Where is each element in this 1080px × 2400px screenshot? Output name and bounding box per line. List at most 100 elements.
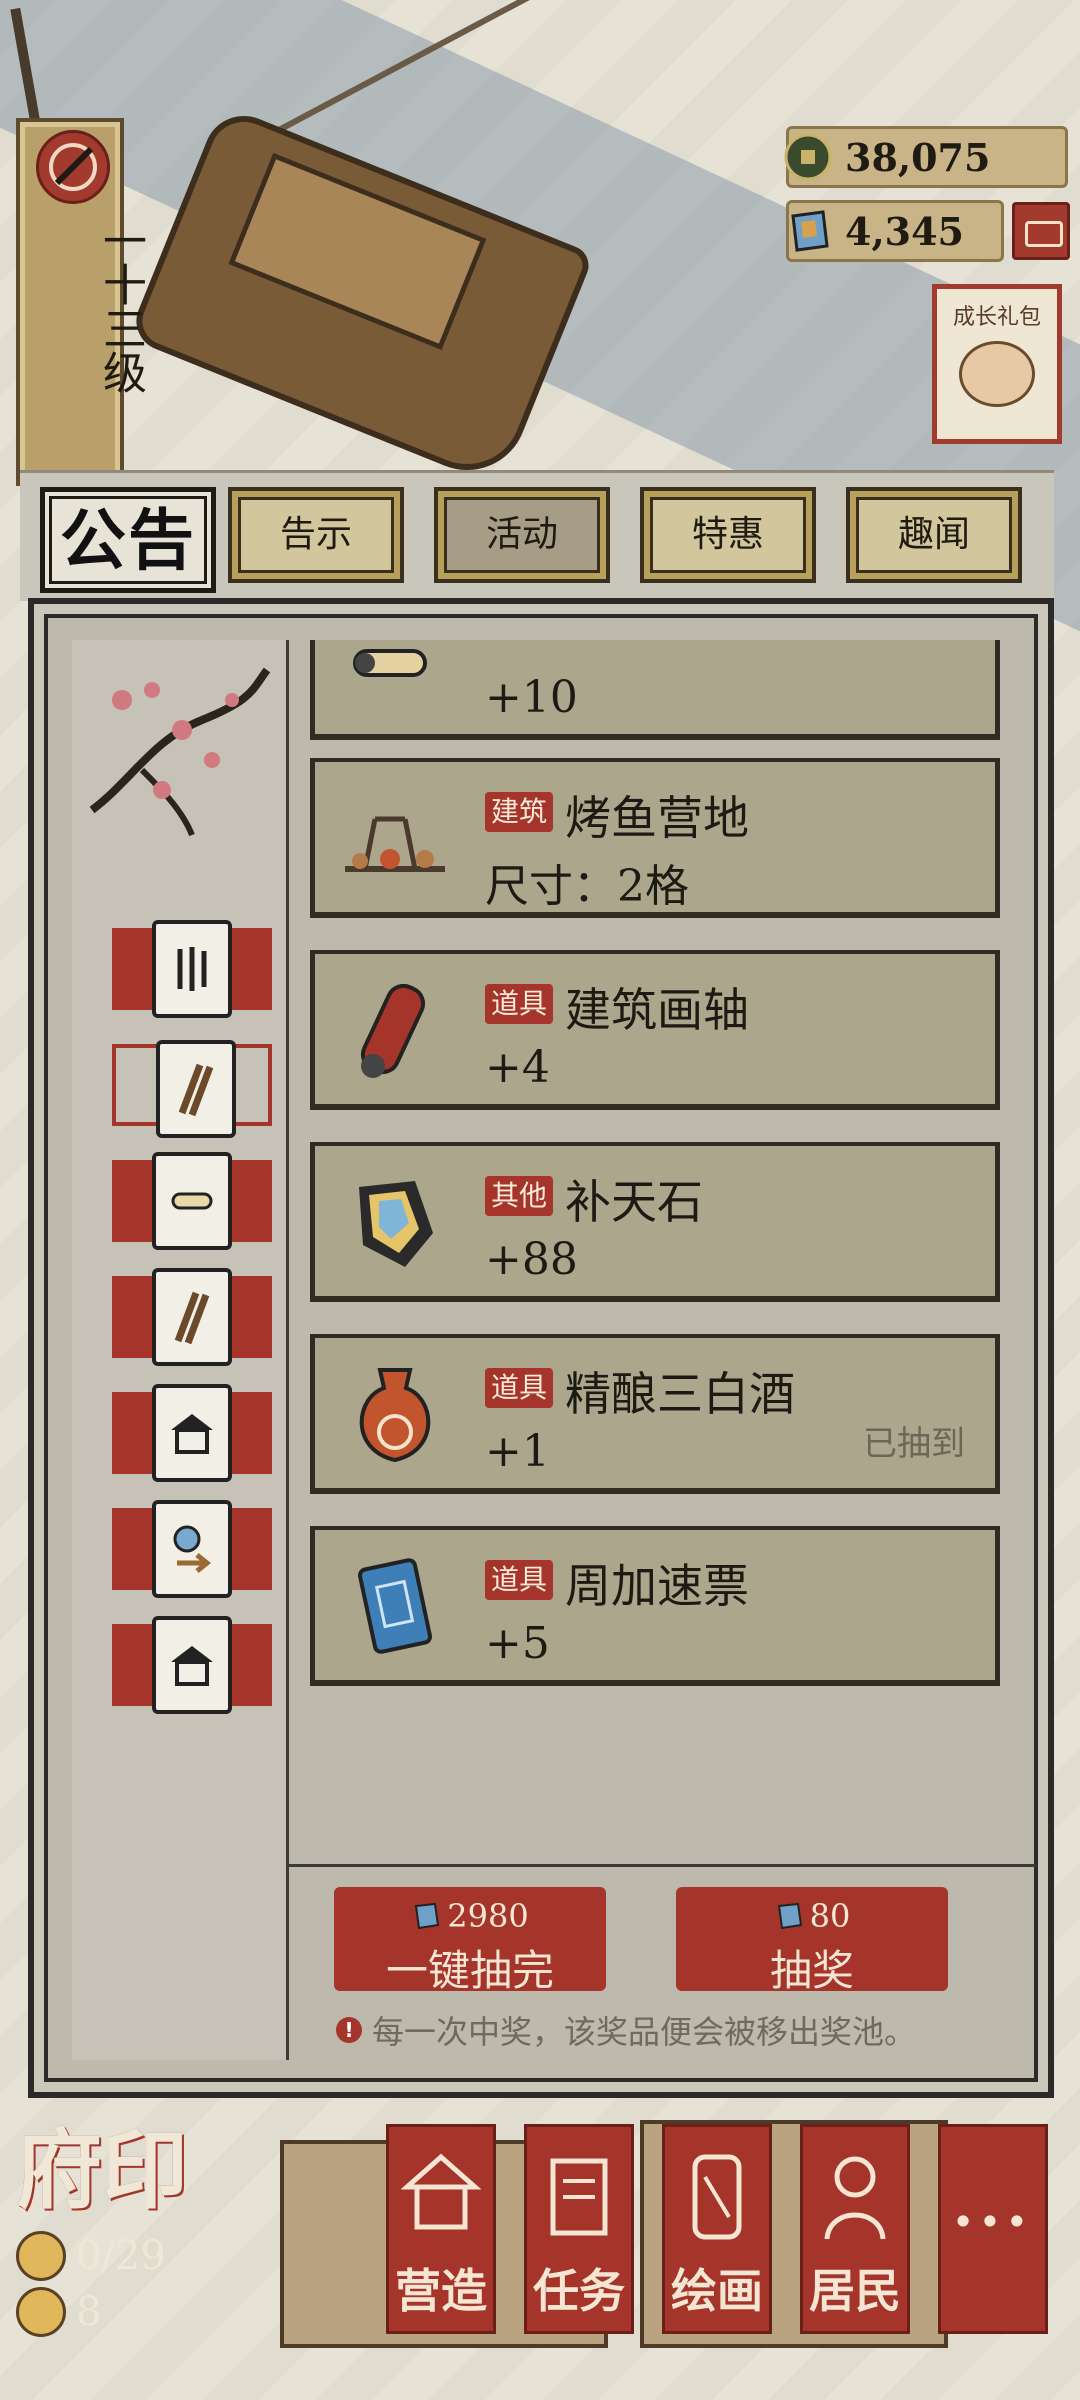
prize-category-tag: 其他 — [485, 1176, 554, 1216]
notice-title: 公告 — [40, 487, 216, 593]
prize-amount: +88 — [485, 1234, 578, 1285]
seal-title: 府印 — [16, 2120, 188, 2221]
draw-once-cost-value: 80 — [809, 1897, 851, 1935]
sidebar-item-bag-exchange[interactable] — [112, 1500, 272, 1598]
prize-item: 其他 补天石 +88 — [310, 1142, 1000, 1302]
sidebar-item-scroll[interactable] — [112, 1152, 272, 1250]
bag-arrow-icon — [152, 1500, 232, 1598]
brushes-icon — [152, 1268, 232, 1366]
calligraphy-icon — [152, 920, 232, 1018]
gift-icon[interactable] — [1012, 202, 1070, 260]
campfire-icon — [335, 784, 455, 894]
happiness-count: 8 — [16, 2287, 216, 2337]
sidebar-item-brushes-2[interactable] — [112, 1268, 272, 1366]
nav-painting-button[interactable]: 绘画 — [662, 2124, 772, 2334]
prize-amount: +5 — [485, 1618, 550, 1669]
prize-name: 建筑画轴 — [565, 983, 749, 1037]
gem-stone-icon — [335, 1168, 455, 1278]
sidebar-item-calligraphy[interactable] — [112, 920, 272, 1018]
scroll-icon — [335, 640, 455, 716]
gem-icon — [777, 1902, 802, 1930]
more-dots-icon: ··· — [952, 2187, 1034, 2257]
tab-notice[interactable]: 告示 — [228, 487, 404, 583]
gem-counter[interactable]: 4,345 — [786, 200, 1004, 262]
scroll-icon — [692, 2154, 742, 2240]
nav-tasks-button[interactable]: 任务 — [524, 2124, 634, 2334]
prize-category-tag: 道具 — [485, 984, 554, 1024]
warning-icon: ! — [336, 2017, 362, 2043]
tree — [10, 0, 130, 128]
nav-label: 任务 — [533, 2264, 625, 2318]
coin-counter[interactable]: 38,075 — [783, 126, 1068, 188]
nav-residents-button[interactable]: 居民 — [800, 2124, 910, 2334]
house-icon — [400, 2153, 482, 2230]
prize-amount: 尺寸：2格 — [485, 861, 689, 912]
ticket-icon — [335, 1552, 455, 1662]
draw-all-button[interactable]: 2980 一键抽完 — [334, 1887, 606, 1995]
nav-label: 绘画 — [671, 2264, 763, 2318]
plum-blossom-icon — [89, 667, 271, 837]
prize-item: 道具 精酿三白酒 +1 已抽到 — [310, 1334, 1000, 1494]
nav-label: 居民 — [809, 2264, 901, 2318]
prize-amount: +4 — [485, 1042, 550, 1093]
prize-name: 精酿三白酒 — [565, 1367, 795, 1421]
gem-value: 4,345 — [845, 208, 964, 254]
house-icon — [152, 1616, 232, 1714]
prize-item: 道具 周加速票 +5 — [310, 1526, 1000, 1686]
event-sidebar — [72, 640, 289, 2060]
happiness-count-value: 8 — [76, 2289, 102, 2335]
scroll-icon — [152, 1152, 232, 1250]
prize-amount: +1 — [485, 1426, 550, 1477]
brushes-icon — [156, 1040, 236, 1138]
growth-pack-button[interactable]: 成长礼包 — [932, 284, 1062, 444]
brush-emblem-icon — [36, 130, 110, 204]
draw-note: ! 每一次中奖，该奖品便会被移出奖池。 — [336, 2007, 916, 2053]
tab-label: 活动 — [485, 514, 558, 555]
sidebar-item-house[interactable] — [112, 1384, 272, 1482]
tab-anecdote[interactable]: 趣闻 — [846, 487, 1022, 583]
tab-special-offer[interactable]: 特惠 — [640, 487, 816, 583]
prize-item: 道具 建筑画轴 +4 — [310, 950, 1000, 1110]
tab-label: 特惠 — [691, 514, 764, 555]
seal-block[interactable]: 府印 0/29 8 — [16, 2100, 216, 2337]
level-banner[interactable]: 一十三级 — [16, 118, 146, 486]
prize-amount: +10 — [485, 672, 578, 723]
prize-name: 补天石 — [565, 1175, 703, 1229]
tab-event[interactable]: 活动 — [434, 487, 610, 583]
notice-header: 公告 告示 活动 特惠 趣闻 — [20, 470, 1054, 601]
draw-once-label: 抽奖 — [769, 1946, 854, 1995]
gift-basket-icon — [959, 341, 1035, 407]
sidebar-item-house-2[interactable] — [112, 1616, 272, 1714]
resident-icon — [16, 2231, 66, 2281]
wine-jar-icon — [335, 1360, 455, 1470]
prize-item: +10 — [310, 640, 1000, 740]
prize-category-tag: 道具 — [485, 1560, 554, 1600]
resident-count-value: 0/29 — [76, 2233, 166, 2279]
prize-name: 烤鱼营地 — [565, 791, 749, 845]
event-panel: +10 建筑 烤鱼营地 尺寸：2格 道具 建筑画轴 +4 其他 补天石 +88 — [28, 598, 1054, 2098]
draw-once-cost: 80 — [676, 1897, 948, 1935]
book-icon — [550, 2158, 608, 2236]
prize-category-tag: 建筑 — [485, 792, 554, 832]
nav-build-button[interactable]: 营造 — [386, 2124, 496, 2334]
coin-value: 38,075 — [845, 134, 991, 180]
nav-more-button[interactable]: ··· — [938, 2124, 1048, 2334]
resident-count: 0/29 — [16, 2231, 216, 2281]
draw-once-button[interactable]: 80 抽奖 — [676, 1887, 948, 1995]
gem-icon — [415, 1902, 440, 1930]
prize-item: 建筑 烤鱼营地 尺寸：2格 — [310, 758, 1000, 918]
draw-all-label: 一键抽完 — [385, 1946, 554, 1995]
tab-label: 告示 — [279, 514, 352, 555]
person-icon — [824, 2156, 886, 2240]
draw-area: 2980 一键抽完 80 抽奖 ! 每一次中奖，该奖品便会被移出奖池。 — [286, 1864, 1036, 2067]
draw-note-text: 每一次中奖，该奖品便会被移出奖池。 — [372, 2013, 917, 2051]
nav-label: 营造 — [395, 2264, 487, 2318]
prize-list[interactable]: +10 建筑 烤鱼营地 尺寸：2格 道具 建筑画轴 +4 其他 补天石 +88 — [304, 640, 1024, 1830]
house-icon — [152, 1384, 232, 1482]
sidebar-item-brushes[interactable] — [112, 1040, 272, 1138]
coin-icon — [783, 132, 833, 182]
scroll-icon — [335, 976, 455, 1086]
prize-name: 周加速票 — [565, 1559, 749, 1613]
gem-icon — [783, 206, 833, 256]
tab-label: 趣闻 — [897, 514, 970, 555]
